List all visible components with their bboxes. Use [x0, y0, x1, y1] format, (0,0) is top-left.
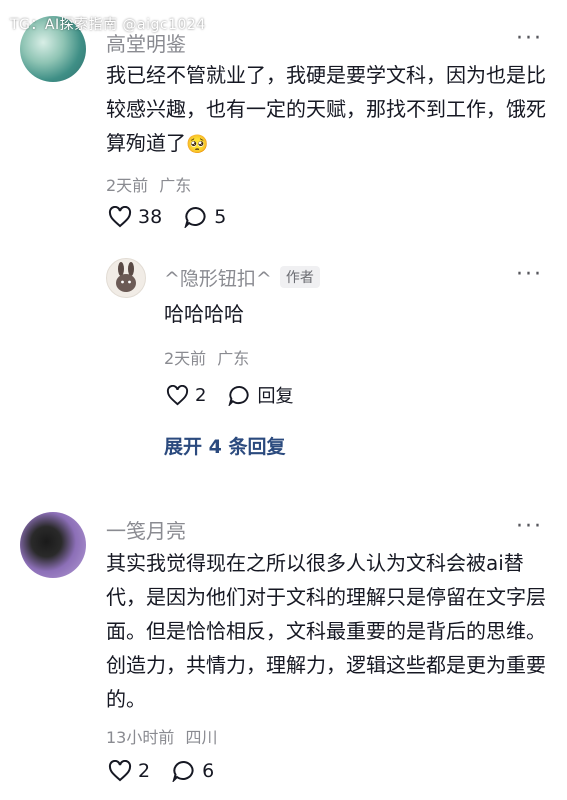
reply-actions: 2 回复	[166, 382, 315, 408]
more-options-icon[interactable]: ···	[516, 514, 543, 539]
comment-meta: 2天前 广东	[106, 172, 191, 196]
more-options-icon[interactable]: ···	[516, 26, 543, 51]
reply-button[interactable]: 5	[184, 206, 226, 228]
comment-text: 我已经不管就业了，我硬是要学文科，因为也是比较感兴趣，也有一定的天赋，那找不到工…	[106, 58, 552, 162]
reply-button[interactable]: 6	[172, 760, 214, 782]
emoji-icon: 🥺	[186, 134, 209, 155]
expand-replies-button[interactable]: 展开 4 条回复	[164, 432, 285, 459]
reply-count: 5	[214, 206, 227, 228]
comment-time: 2天前	[106, 176, 149, 195]
reply-meta: 2天前 广东	[164, 345, 249, 369]
reply-count: 6	[202, 760, 215, 782]
comment-meta: 13小时前 四川	[106, 724, 217, 748]
comment-bubble-icon	[228, 385, 250, 406]
reply-label: 回复	[257, 386, 294, 407]
heart-icon	[166, 384, 189, 405]
comment-location: 四川	[185, 728, 218, 747]
comment-actions: 38 5	[108, 206, 248, 228]
comment-bubble-icon	[172, 760, 194, 782]
watermark: TG：AI探索指南 @aigc1024	[10, 17, 206, 33]
avatar[interactable]	[20, 512, 86, 578]
more-options-icon[interactable]: ···	[516, 262, 543, 287]
reply-author[interactable]: ^隐形钮扣^	[164, 268, 272, 290]
reply-like-count: 2	[195, 384, 207, 406]
reply-location: 广东	[217, 349, 250, 368]
comment-time: 13小时前	[106, 728, 175, 747]
like-count: 38	[138, 206, 163, 228]
comment-text-body: 我已经不管就业了，我硬是要学文科，因为也是比较感兴趣，也有一定的天赋，那找不到工…	[106, 63, 546, 155]
reply-text: 哈哈哈哈	[164, 302, 244, 326]
like-button[interactable]: 2	[108, 760, 150, 782]
reply-avatar[interactable]	[106, 258, 146, 298]
heart-icon	[108, 206, 132, 228]
reply-author-row: ^隐形钮扣^ 作者	[164, 264, 320, 291]
reply-like-button[interactable]: 2	[166, 384, 207, 406]
reply-time: 2天前	[164, 349, 207, 368]
like-button[interactable]: 38	[108, 206, 162, 228]
author-badge: 作者	[279, 266, 320, 288]
comment-text: 其实我觉得现在之所以很多人认为文科会被ai替代，是因为他们对于文科的理解只是停留…	[106, 551, 546, 711]
comment-author[interactable]: 一笺月亮	[106, 515, 186, 544]
reply-reply-button[interactable]: 回复	[228, 382, 293, 408]
heart-icon	[108, 760, 132, 782]
like-count: 2	[138, 760, 151, 782]
comment-bubble-icon	[184, 206, 206, 228]
bunny-avatar-icon	[116, 262, 136, 292]
comment-actions: 2 6	[108, 760, 236, 782]
comment-location: 广东	[159, 176, 192, 195]
